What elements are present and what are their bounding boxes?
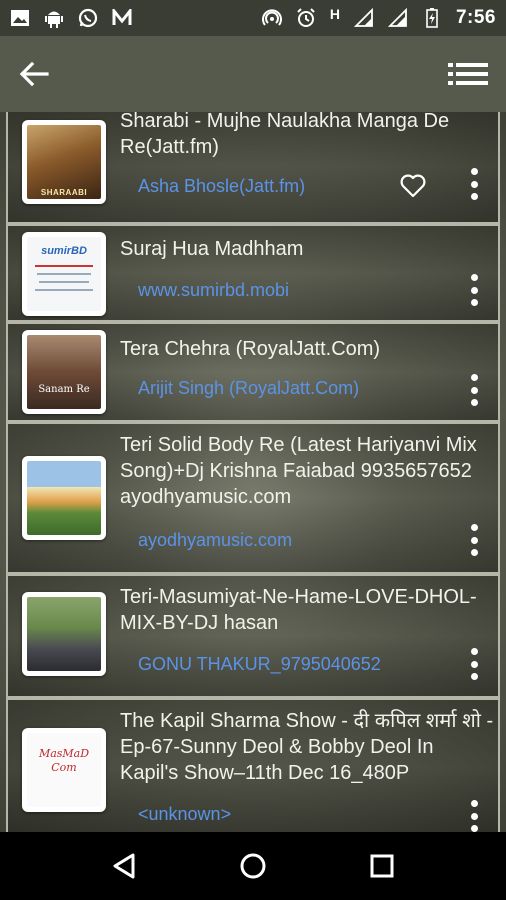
more-options-icon[interactable] <box>464 644 484 684</box>
album-art <box>22 592 106 676</box>
whatsapp-icon <box>78 8 98 28</box>
album-art <box>22 456 106 540</box>
more-options-icon[interactable] <box>464 164 484 204</box>
song-artist: www.sumirbd.mobi <box>138 280 290 300</box>
song-row[interactable]: sumirBD Suraj Hua Madhham www.sumirbd.mo… <box>6 224 500 322</box>
arrow-left-icon[interactable] <box>12 52 56 96</box>
signal-icon <box>387 8 408 28</box>
hotspot-icon <box>261 8 282 28</box>
album-art: SHARAABI <box>22 120 106 204</box>
album-art: MasMaD Com <box>22 728 106 812</box>
song-title: Teri Solid Body Re (Latest Hariyanvi Mix… <box>120 434 477 508</box>
more-options-icon[interactable] <box>464 520 484 560</box>
song-row[interactable]: Teri-Masumiyat-Ne-Hame-LOVE-DHOL-MIX-BY-… <box>6 574 500 698</box>
network-type-label: H <box>329 6 340 22</box>
list-menu-icon[interactable] <box>446 52 490 96</box>
song-artist: <unknown> <box>138 804 232 824</box>
status-bar: H 7:56 <box>0 0 506 36</box>
more-options-icon[interactable] <box>464 370 484 410</box>
clock-time: 7:56 <box>455 7 496 28</box>
n-app-icon <box>112 8 132 28</box>
song-row[interactable]: Teri Solid Body Re (Latest Hariyanvi Mix… <box>6 422 500 574</box>
app-bar <box>0 36 506 112</box>
album-art-caption: SHARAABI <box>40 188 88 197</box>
song-title: Tera Chehra (RoyalJatt.Com) <box>120 338 381 360</box>
song-artist: Arijit Singh (RoyalJatt.Com) <box>138 378 360 398</box>
album-art-caption: MasMaD Com <box>38 747 90 774</box>
song-row[interactable]: SHARAABI Sharabi - Mujhe Naulakha Manga … <box>6 112 500 224</box>
alarm-icon <box>296 8 316 28</box>
android-icon <box>44 8 64 28</box>
image-icon <box>10 8 30 28</box>
song-row[interactable]: MasMaD Com The Kapil Sharma Show - दी कप… <box>6 698 500 832</box>
song-title: Teri-Masumiyat-Ne-Hame-LOVE-DHOL-MIX-BY-… <box>120 586 477 634</box>
recents-square-icon[interactable] <box>360 844 404 888</box>
battery-charging-icon <box>422 8 442 28</box>
song-title: Suraj Hua Madhham <box>120 238 304 260</box>
song-artist: ayodhyamusic.com <box>138 530 293 550</box>
more-options-icon[interactable] <box>464 270 484 310</box>
heart-outline-icon[interactable] <box>400 174 426 198</box>
song-row[interactable]: Sanam Re Tera Chehra (RoyalJatt.Com) Ari… <box>6 322 500 422</box>
album-art-caption: Sanam Re <box>38 384 90 395</box>
song-title: Sharabi - Mujhe Naulakha Manga De Re(Jat… <box>120 112 450 158</box>
song-artist: Asha Bhosle(Jatt.fm) <box>138 176 306 196</box>
album-art-caption: sumirBD <box>41 245 87 257</box>
home-circle-icon[interactable] <box>231 844 275 888</box>
system-nav-bar <box>0 832 506 900</box>
more-options-icon[interactable] <box>464 796 484 832</box>
song-list[interactable]: SHARAABI Sharabi - Mujhe Naulakha Manga … <box>0 112 506 832</box>
album-art: Sanam Re <box>22 330 106 414</box>
song-title: The Kapil Sharma Show - दी कपिल शर्मा शो… <box>120 710 494 784</box>
back-triangle-icon[interactable] <box>102 844 146 888</box>
signal-icon <box>353 8 374 28</box>
album-art: sumirBD <box>22 232 106 316</box>
song-artist: GONU THAKUR_9795040652 <box>138 654 381 674</box>
